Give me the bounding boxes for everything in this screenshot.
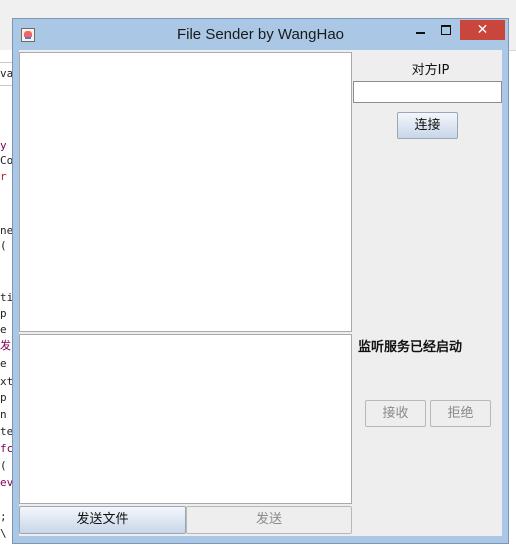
received-log-area[interactable] bbox=[19, 52, 352, 332]
peer-ip-label: 对方IP bbox=[411, 63, 450, 78]
peer-ip-input[interactable] bbox=[353, 81, 502, 103]
send-file-button[interactable]: 发送文件 bbox=[19, 506, 186, 534]
message-input-area[interactable] bbox=[19, 334, 352, 504]
window-content: 发送文件 发送 对方IP 连接 监听服务已经启动 接收 拒绝 bbox=[19, 50, 502, 536]
window-title: File Sender by WangHao bbox=[176, 26, 345, 43]
file-sender-window: File Sender by WangHao ✕ 发送文件 发送 对方IP 连接… bbox=[12, 18, 509, 544]
title-bar[interactable]: File Sender by WangHao ✕ bbox=[13, 19, 508, 50]
send-button[interactable]: 发送 bbox=[186, 506, 352, 534]
close-icon[interactable]: ✕ bbox=[460, 20, 505, 40]
maximize-icon[interactable] bbox=[436, 20, 456, 40]
minimize-icon[interactable] bbox=[411, 20, 431, 40]
accept-button[interactable]: 接收 bbox=[365, 400, 426, 427]
listen-status-text: 监听服务已经启动 bbox=[358, 340, 463, 355]
reject-button[interactable]: 拒绝 bbox=[430, 400, 491, 427]
connect-button[interactable]: 连接 bbox=[397, 112, 458, 139]
